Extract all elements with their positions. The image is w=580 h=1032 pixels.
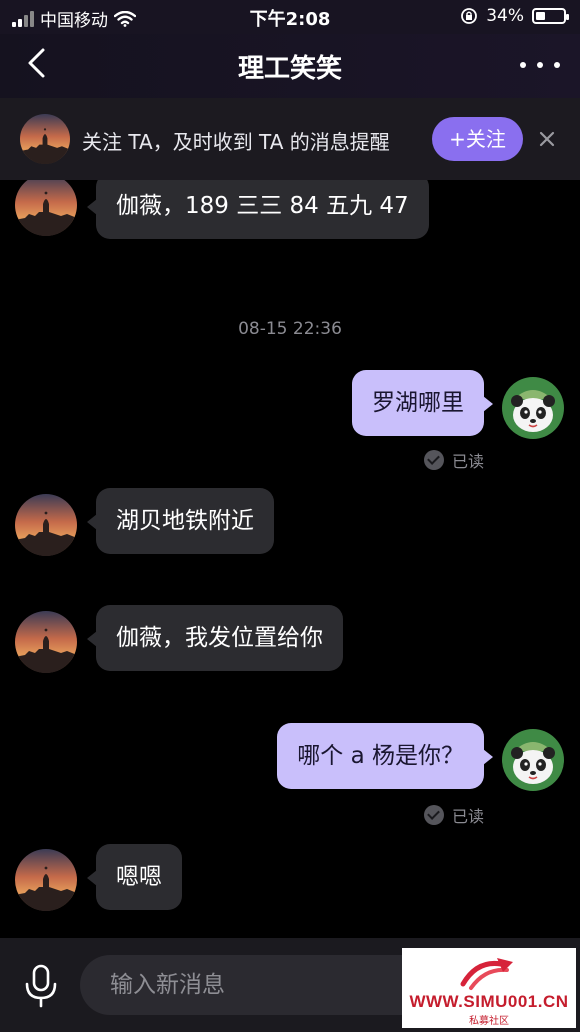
follow-button[interactable]: +关注 [432, 117, 523, 161]
close-icon[interactable] [537, 129, 557, 149]
more-button[interactable] [520, 50, 560, 80]
contact-avatar[interactable] [15, 611, 77, 673]
battery-percent: 34% [486, 6, 524, 26]
rotation-lock-icon [461, 8, 478, 24]
microphone-icon [25, 964, 57, 1008]
contact-avatar[interactable] [15, 494, 77, 556]
message-bubble-incoming[interactable]: 伽薇，189 三三 84 五九 47 [87, 180, 429, 239]
message-list[interactable]: 伽薇，189 三三 84 五九 47 08-15 22:36 罗湖哪里 已读 湖… [0, 180, 580, 938]
nav-bar: 理工笑笑 [0, 34, 580, 98]
check-circle-icon [424, 450, 444, 470]
more-dots-icon [520, 62, 526, 68]
watermark-logo [460, 958, 513, 990]
message-bubble-outgoing[interactable]: 罗湖哪里 [352, 370, 493, 436]
message-bubble-incoming[interactable]: 湖贝地铁附近 [87, 488, 274, 554]
watermark-url: WWW.SIMU001.CN [409, 992, 569, 1011]
read-status-label: 已读 [452, 452, 485, 471]
status-bar: 中国移动 下午2:08 34% [0, 0, 580, 34]
contact-avatar[interactable] [20, 114, 70, 164]
follow-banner-text: 关注 TA，及时收到 TA 的消息提醒 [82, 130, 390, 154]
battery-icon [532, 8, 569, 24]
my-avatar[interactable] [502, 377, 564, 439]
message-bubble-incoming[interactable]: 伽薇，我发位置给你 [87, 605, 343, 671]
message-bubble-incoming[interactable]: 嗯嗯 [87, 844, 182, 910]
message-timestamp: 08-15 22:36 [238, 319, 342, 339]
watermark: WWW.SIMU001.CN 私募社区 [402, 948, 576, 1028]
read-receipt: 已读 [424, 803, 484, 827]
contact-avatar[interactable] [15, 180, 77, 236]
voice-button[interactable] [22, 964, 60, 1008]
my-avatar[interactable] [502, 729, 564, 791]
watermark-subtitle: 私募社区 [469, 1016, 509, 1027]
message-bubble-outgoing[interactable]: 哪个 a 杨是你？ [277, 723, 493, 789]
follow-banner: 关注 TA，及时收到 TA 的消息提醒 +关注 [0, 98, 580, 180]
contact-avatar[interactable] [15, 849, 77, 911]
check-circle-icon [424, 805, 444, 825]
read-status-label: 已读 [452, 807, 485, 826]
read-receipt: 已读 [424, 448, 484, 472]
page-title: 理工笑笑 [237, 54, 342, 84]
